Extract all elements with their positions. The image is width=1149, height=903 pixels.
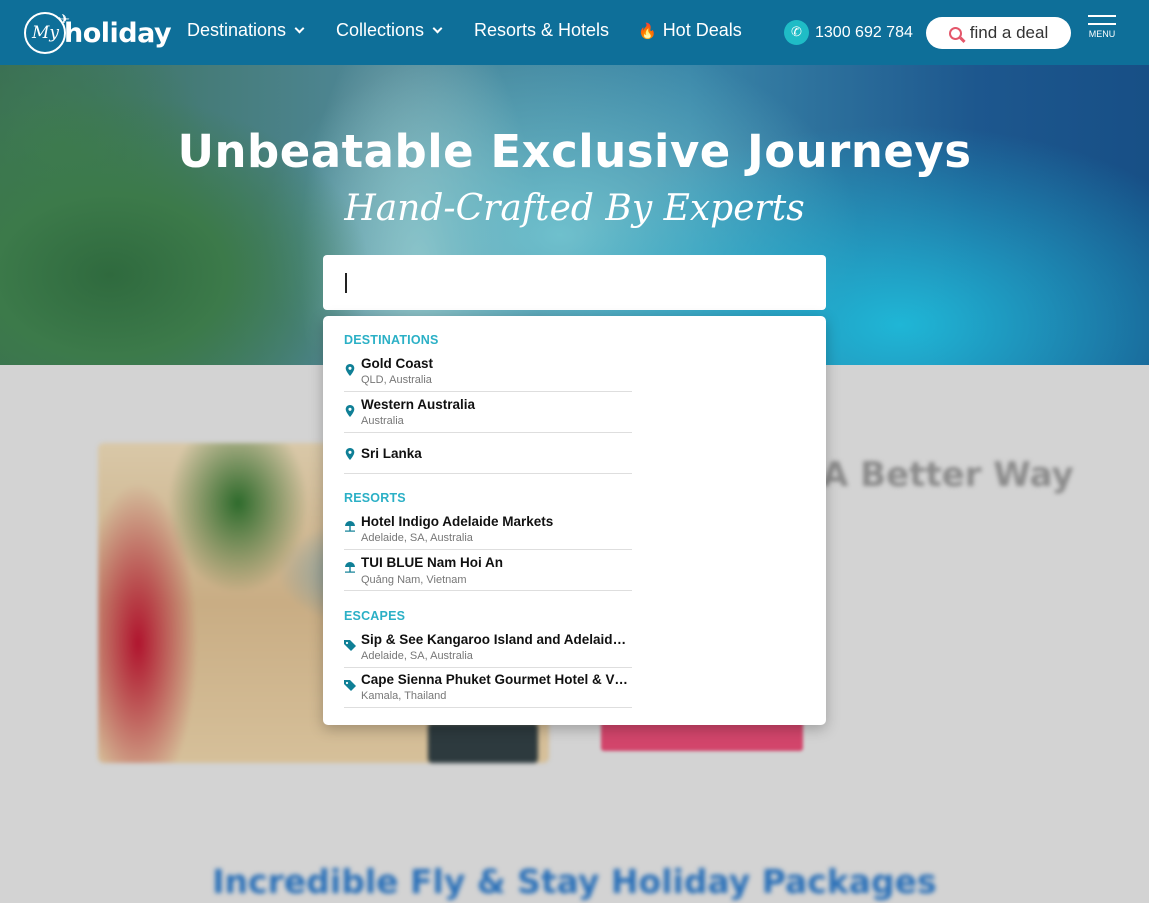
suggestion-cape-sienna[interactable]: Cape Sienna Phuket Gourmet Hotel & Vil..… <box>344 670 632 708</box>
section-destinations: DESTINATIONS <box>344 333 439 347</box>
suggestion-title: Hotel Indigo Adelaide Markets <box>361 514 554 529</box>
nav-destinations-label: Destinations <box>187 20 287 40</box>
section-resorts: RESORTS <box>344 491 406 505</box>
suggestion-subtitle: Adelaide, SA, Australia <box>361 532 473 544</box>
suggestion-subtitle: Australia <box>361 415 404 427</box>
text-caret <box>345 272 347 293</box>
phone-icon: ✆ <box>784 20 809 45</box>
menu-button[interactable]: MENU <box>1086 15 1118 51</box>
search-icon <box>948 26 962 40</box>
map-pin-icon <box>345 405 355 417</box>
search-suggestions: DESTINATIONS Gold Coast QLD, Australia W… <box>323 316 826 725</box>
logo-text: holiday <box>64 17 172 49</box>
find-deal-button[interactable]: find a deal <box>926 17 1071 49</box>
hamburger-icon <box>1088 15 1116 17</box>
section-escapes: ESCAPES <box>344 609 406 623</box>
phone-number: 1300 692 784 <box>815 23 913 41</box>
tag-icon <box>344 640 356 651</box>
map-pin-icon <box>345 448 355 460</box>
flame-icon: 🔥 <box>638 21 657 40</box>
suggestion-hotel-indigo[interactable]: Hotel Indigo Adelaide Markets Adelaide, … <box>344 512 632 550</box>
suggestion-subtitle: Kamala, Thailand <box>361 690 447 702</box>
plane-icon: ✈ <box>58 12 70 28</box>
packages-heading: Incredible Fly & Stay Holiday Packages <box>212 862 937 901</box>
logo[interactable]: My ✈ holiday <box>24 12 172 54</box>
chevron-down-icon <box>432 23 443 34</box>
tag-icon <box>344 680 356 691</box>
photo-detail <box>428 723 538 763</box>
suggestion-western-australia[interactable]: Western Australia Australia <box>344 395 632 433</box>
map-pin-icon <box>345 364 355 376</box>
nav-resorts-hotels[interactable]: Resorts & Hotels <box>474 20 609 41</box>
suggestion-title: Western Australia <box>361 397 476 412</box>
suggestion-sri-lanka[interactable]: Sri Lanka <box>344 436 632 474</box>
suggestion-title: Sri Lanka <box>361 446 422 461</box>
nav-collections-label: Collections <box>336 20 425 40</box>
phone-link[interactable]: ✆ 1300 692 784 <box>784 20 913 45</box>
nav-hot-deals[interactable]: 🔥 Hot Deals <box>638 20 742 41</box>
hero-subtitle: Hand-Crafted By Experts <box>344 188 805 229</box>
nav-hot-deals-label: Hot Deals <box>662 20 742 40</box>
suggestion-subtitle: QLD, Australia <box>361 374 432 386</box>
hamburger-bar <box>1088 23 1116 25</box>
suggestion-subtitle: Quảng Nam, Vietnam <box>361 574 467 586</box>
suggestion-tui-blue[interactable]: TUI BLUE Nam Hoi An Quảng Nam, Vietnam <box>344 553 632 591</box>
suggestion-title: Cape Sienna Phuket Gourmet Hotel & Vil..… <box>361 672 631 687</box>
chevron-down-icon <box>294 23 305 34</box>
suggestion-title: Sip & See Kangaroo Island and Adelaide..… <box>361 632 631 647</box>
suggestion-subtitle: Adelaide, SA, Australia <box>361 650 473 662</box>
suggestion-title: Gold Coast <box>361 356 434 371</box>
find-deal-label: find a deal <box>969 23 1049 42</box>
suggestion-kangaroo-island[interactable]: Sip & See Kangaroo Island and Adelaide..… <box>344 630 632 668</box>
beach-umbrella-icon <box>345 562 355 573</box>
search-input[interactable] <box>323 255 826 310</box>
hero-title: Unbeatable Exclusive Journeys <box>177 125 972 178</box>
beach-umbrella-icon <box>345 521 355 532</box>
suggestion-title: TUI BLUE Nam Hoi An <box>361 555 504 570</box>
logo-my: My <box>32 23 60 43</box>
nav-resorts-hotels-label: Resorts & Hotels <box>474 20 610 40</box>
nav-destinations[interactable]: Destinations <box>187 20 305 41</box>
better-way-heading: A Better Way <box>822 455 1074 495</box>
suggestion-gold-coast[interactable]: Gold Coast QLD, Australia <box>344 354 632 392</box>
top-nav: My ✈ holiday Destinations Collections Re… <box>0 0 1149 65</box>
nav-collections[interactable]: Collections <box>336 20 443 41</box>
menu-label: MENU <box>1088 29 1116 39</box>
logo-mark: My ✈ <box>24 12 70 54</box>
